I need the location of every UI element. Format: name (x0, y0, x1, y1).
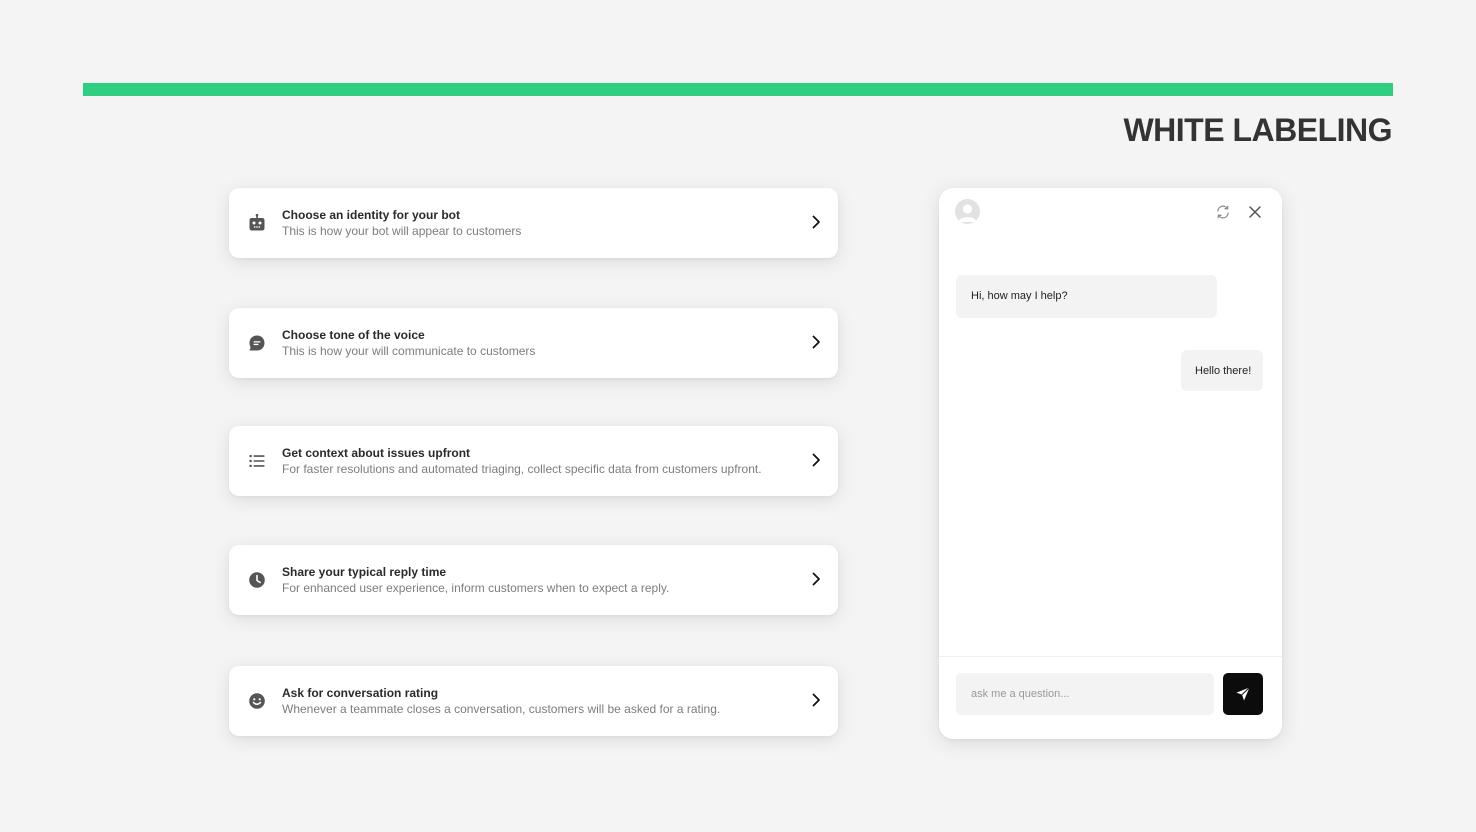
chat-input[interactable] (956, 673, 1214, 715)
feature-title: Ask for conversation rating (282, 686, 439, 700)
feature-subtitle: For faster resolutions and automated tri… (282, 462, 762, 476)
chevron-right-icon (812, 335, 820, 349)
user-avatar-icon (955, 199, 980, 224)
feature-card-conversation-rating[interactable]: Ask for conversation rating Whenever a t… (229, 666, 838, 736)
chevron-right-icon (812, 572, 820, 586)
feature-subtitle: For enhanced user experience, inform cus… (282, 581, 670, 595)
accent-bar (83, 83, 1393, 96)
page-title: WHITE LABELING (1123, 112, 1392, 148)
smiley-icon (249, 693, 265, 709)
chevron-right-icon (812, 215, 820, 229)
list-icon (249, 455, 265, 467)
feature-subtitle: This is how your bot will appear to cust… (282, 224, 522, 238)
user-message: Hello there! (1181, 350, 1263, 391)
feature-card-reply-time[interactable]: Share your typical reply time For enhanc… (229, 545, 838, 615)
chat-widget: Hi, how may I help? Hello there! (939, 188, 1282, 739)
robot-icon (249, 213, 265, 231)
feature-title: Get context about issues upfront (282, 446, 471, 460)
chat-bubble-icon (249, 335, 265, 351)
feature-title: Share your typical reply time (282, 565, 447, 579)
send-button[interactable] (1223, 673, 1263, 715)
refresh-icon[interactable] (1215, 204, 1231, 220)
feature-subtitle: This is how your will communicate to cus… (282, 344, 536, 358)
chevron-right-icon (812, 453, 820, 467)
feature-title: Choose an identity for your bot (282, 208, 461, 222)
bot-message: Hi, how may I help? (956, 275, 1217, 318)
close-icon[interactable] (1247, 204, 1263, 220)
send-icon (1236, 687, 1250, 701)
feature-title: Choose tone of the voice (282, 328, 425, 342)
message-text: Hello there! (1195, 365, 1252, 377)
feature-card-voice-tone[interactable]: Choose tone of the voice This is how you… (229, 308, 838, 378)
feature-card-bot-identity[interactable]: Choose an identity for your bot This is … (229, 188, 838, 258)
message-text: Hi, how may I help? (971, 290, 1068, 302)
feature-card-issue-context[interactable]: Get context about issues upfront For fas… (229, 426, 838, 496)
chevron-right-icon (812, 693, 820, 707)
composer-divider (939, 656, 1282, 657)
feature-subtitle: Whenever a teammate closes a conversatio… (282, 702, 721, 716)
clock-icon (249, 572, 265, 588)
